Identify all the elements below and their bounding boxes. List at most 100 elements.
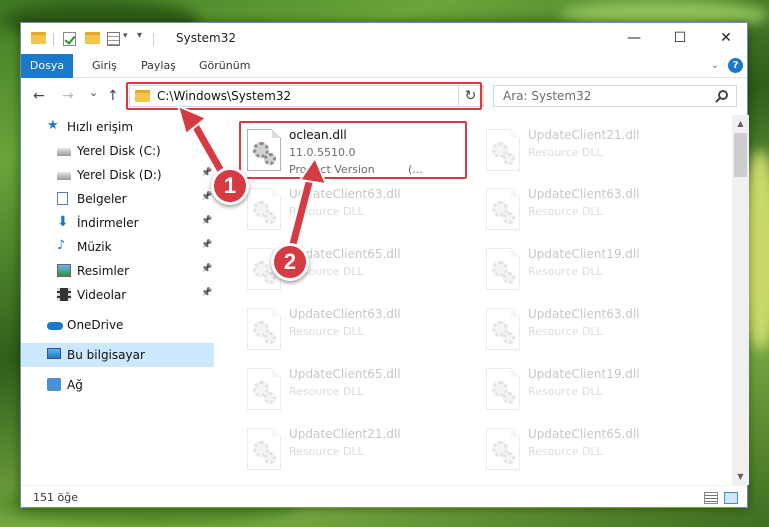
sidebar-item[interactable]: OneDrive (21, 313, 214, 337)
scrollbar-thumb[interactable] (734, 133, 747, 177)
sidebar-item-label: Videolar (77, 288, 127, 302)
file-tile[interactable]: UpdateClient63.dll Resource DLL (241, 180, 466, 240)
help-button[interactable]: ? (728, 58, 743, 73)
new-folder-icon[interactable] (85, 32, 100, 44)
minimize-button[interactable]: — (611, 23, 657, 53)
file-type: Resource DLL (528, 385, 603, 398)
search-icon[interactable] (718, 90, 728, 100)
pin-icon[interactable]: 📌 (201, 288, 212, 298)
sidebar-item[interactable]: Yerel Disk (D:) 📌 (21, 163, 214, 187)
file-type: Resource DLL (528, 265, 603, 278)
divider (153, 33, 154, 46)
sidebar-item-label: Hızlı erişim (67, 120, 134, 134)
sidebar-item-label: OneDrive (67, 318, 124, 332)
vertical-scrollbar[interactable]: ▲ ▼ (732, 115, 749, 485)
file-tile[interactable]: UpdateClient19.dll Resource DLL (480, 240, 705, 300)
recent-locations-button[interactable]: ⌄ (89, 86, 98, 99)
forward-button[interactable]: → (62, 88, 74, 104)
address-bar[interactable]: C:\Windows\System32 ⌄ (129, 85, 484, 107)
file-name: UpdateClient63.dll (289, 307, 401, 321)
sidebar-item[interactable]: Belgeler 📌 (21, 187, 214, 211)
file-tile[interactable]: UpdateClient21.dll Resource DLL (480, 121, 705, 181)
tab-share[interactable]: Paylaş (141, 54, 176, 78)
gear-icon (264, 153, 276, 165)
expand-ribbon-icon[interactable]: ⌄ (711, 60, 719, 71)
file-tile[interactable]: UpdateClient21.dll Resource DLL (241, 420, 466, 480)
sidebar-item-label: Belgeler (77, 192, 127, 206)
refresh-button[interactable]: ↻ (458, 85, 483, 107)
file-type: Resource DLL (528, 325, 603, 338)
maximize-button[interactable]: ☐ (657, 23, 703, 53)
sidebar-item[interactable]: Ağ (21, 373, 214, 397)
file-name: UpdateClient65.dll (289, 367, 401, 381)
file-tile[interactable]: UpdateClient65.dll Resource DLL (480, 420, 705, 480)
search-box[interactable]: Ara: System32 (493, 85, 737, 107)
sidebar-item[interactable]: Videolar 📌 (21, 283, 214, 307)
customize-toolbar-icon[interactable]: ▾ (137, 30, 142, 41)
sidebar-item[interactable]: ♪ Müzik 📌 (21, 235, 214, 259)
sidebar-item-label: Yerel Disk (D:) (77, 168, 162, 182)
sidebar-item[interactable]: Bu bilgisayar (21, 343, 214, 367)
divider (53, 33, 54, 46)
dll-file-icon (486, 129, 520, 171)
sidebar-item-label: Yerel Disk (C:) (77, 144, 161, 158)
music-icon: ♪ (57, 238, 66, 253)
file-tile[interactable]: UpdateClient65.dll Resource DLL (241, 360, 466, 420)
tab-view[interactable]: Görünüm (199, 54, 250, 78)
view-dropdown-icon[interactable]: ▾ (123, 31, 128, 41)
callout-badge-1: 1 (211, 167, 249, 205)
sidebar-item[interactable]: ⬇ İndirmeler 📌 (21, 211, 214, 235)
status-bar: 151 öğe (21, 485, 747, 509)
gear-icon (264, 452, 276, 464)
search-input[interactable]: Ara: System32 (503, 89, 591, 103)
dll-file-icon (486, 428, 520, 470)
scroll-up-icon[interactable]: ▲ (732, 115, 749, 132)
scroll-down-icon[interactable]: ▼ (732, 468, 749, 485)
file-type: Resource DLL (289, 445, 364, 458)
details-view-icon[interactable] (704, 492, 718, 504)
pin-icon[interactable]: 📌 (201, 264, 212, 274)
sidebar-item[interactable]: Resimler 📌 (21, 259, 214, 283)
tab-file[interactable]: Dosya (21, 54, 73, 78)
file-description: Product Version (289, 163, 375, 176)
folder-icon (135, 90, 150, 102)
item-count: 151 öğe (33, 491, 78, 504)
file-tile[interactable]: UpdateClient63.dll Resource DLL (480, 300, 705, 360)
sidebar-item-label: Ağ (67, 378, 83, 392)
close-button[interactable]: ✕ (703, 23, 749, 53)
dll-file-icon (486, 188, 520, 230)
view-options-icon[interactable] (107, 32, 120, 46)
navigation-bar: ← → ⌄ ↑ C:\Windows\System32 ⌄ ↻ Ara: Sys… (21, 79, 747, 114)
gear-icon (503, 153, 515, 165)
pin-icon[interactable]: 📌 (201, 240, 212, 250)
file-type: Resource DLL (289, 205, 364, 218)
videos-icon (57, 288, 71, 301)
file-tile[interactable]: UpdateClient63.dll Resource DLL (480, 180, 705, 240)
up-button[interactable]: ↑ (107, 88, 119, 104)
pictures-icon (57, 264, 71, 277)
file-tile-oclean[interactable]: oclean.dll 11.0.5510.0 Product Version (... (241, 121, 466, 181)
back-button[interactable]: ← (33, 88, 45, 104)
file-name: oclean.dll (289, 128, 347, 142)
pin-icon[interactable]: 📌 (201, 216, 212, 226)
download-icon: ⬇ (57, 214, 69, 230)
star-icon: ★ (47, 118, 59, 133)
window-title: System32 (176, 31, 237, 45)
sidebar-item[interactable]: ★ Hızlı erişim (21, 115, 214, 139)
file-tile[interactable]: UpdateClient19.dll Resource DLL (480, 360, 705, 420)
dll-file-icon (247, 129, 281, 171)
file-name: UpdateClient21.dll (528, 128, 640, 142)
pin-icon[interactable]: 📌 (201, 144, 212, 154)
drive-icon (57, 148, 71, 156)
sidebar-item[interactable]: Yerel Disk (C:) 📌 (21, 139, 214, 163)
file-name: UpdateClient63.dll (289, 187, 401, 201)
properties-check-icon[interactable] (63, 32, 76, 46)
address-text[interactable]: C:\Windows\System32 (157, 89, 291, 103)
file-type: Resource DLL (528, 205, 603, 218)
file-tile[interactable]: UpdateClient63.dll Resource DLL (241, 300, 466, 360)
large-icons-view-icon[interactable] (724, 492, 738, 504)
file-type: Resource DLL (528, 146, 603, 159)
pin-icon[interactable]: 📌 (201, 168, 212, 178)
pin-icon[interactable]: 📌 (201, 192, 212, 202)
tab-home[interactable]: Giriş (92, 54, 117, 78)
